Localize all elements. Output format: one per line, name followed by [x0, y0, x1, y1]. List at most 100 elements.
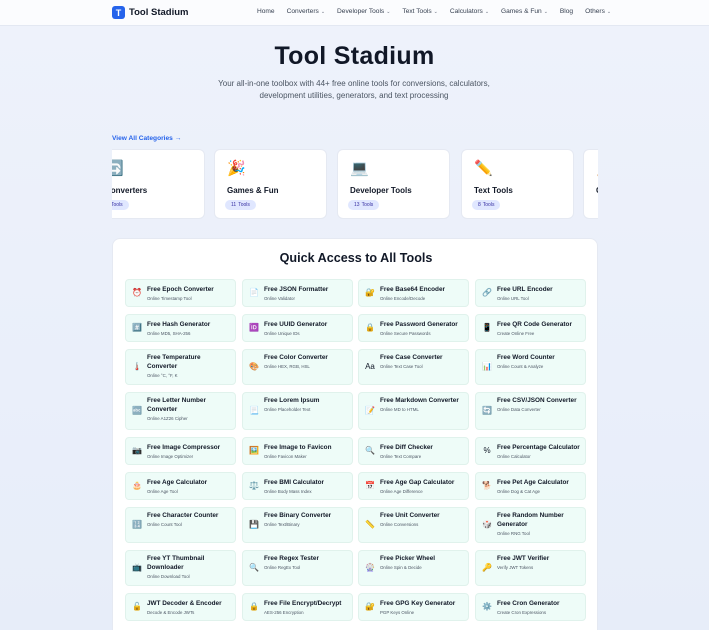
tool-name: Free Regex Tester — [264, 555, 319, 562]
tool-card-free-epoch-converter[interactable]: ⏰ Free Epoch Converter Online Timestamp To… — [125, 279, 236, 307]
tool-card-free-word-counter[interactable]: 📊 Free Word Counter Online Count & Analyze — [475, 349, 586, 385]
tool-name: Free Diff Checker — [380, 444, 433, 451]
tool-text: Free Pet Age Calculator Online Dog & Cat … — [497, 479, 581, 495]
tool-card-free-letter-number-converter[interactable]: 🔤 Free Letter Number Converter Online A1Z2… — [125, 392, 236, 430]
tool-card-free-random-number-generator[interactable]: 🎲 Free Random Number Generator Online RNG … — [475, 507, 586, 543]
tool-count: 8 — [478, 202, 481, 208]
tool-name: Free Password Generator — [380, 321, 458, 328]
tool-card-free-bmi-calculator[interactable]: ⚖️ Free BMI Calculator Online Body Mass In… — [242, 472, 353, 500]
tool-card-free-csv-json-converter[interactable]: 🔄 Free CSV/JSON Converter Online Data Conv… — [475, 392, 586, 430]
tool-text: Free Age Calculator Online Age Tool — [147, 479, 231, 495]
tool-card-free-regex-tester[interactable]: 🔍 Free Regex Tester Online RegEx Tool — [242, 550, 353, 586]
tool-icon: 🖼️ — [249, 446, 259, 455]
nav-item-label: Calculators — [449, 8, 483, 15]
nav-item-games-fun[interactable]: Games & Fun ⌄ — [501, 8, 548, 15]
tool-description: Online RNG Tool — [497, 530, 530, 536]
tool-icon: 🎨 — [249, 362, 259, 371]
tool-card-free-file-encrypt-decrypt[interactable]: 🔒 Free File Encrypt/Decrypt AES-256 Encryp… — [242, 593, 353, 621]
tool-icon: 📏 — [365, 520, 375, 529]
tool-text: Free UUID Generator Online Unique IDs — [264, 321, 348, 337]
tool-icon: 🔐 — [365, 602, 375, 611]
tool-icon: 🎂 — [132, 481, 142, 490]
tool-card-free-age-calculator[interactable]: 🎂 Free Age Calculator Online Age Tool — [125, 472, 236, 500]
brand-link[interactable]: T Tool Stadium — [112, 6, 188, 19]
tool-card-free-age-gap-calculator[interactable]: 📅 Free Age Gap Calculator Online Age Diffe… — [358, 472, 469, 500]
category-card-c[interactable]: 🧮C — [583, 149, 598, 219]
tool-card-free-diff-checker[interactable]: 🔍 Free Diff Checker Online Text Compare — [358, 437, 469, 465]
view-all-categories-link[interactable]: View All Categories → — [112, 135, 181, 142]
tool-card-free-markdown-converter[interactable]: 📝 Free Markdown Converter Online MD to HTM… — [358, 392, 469, 430]
nav-item-home[interactable]: Home — [257, 8, 275, 15]
tool-icon: 📝 — [365, 406, 375, 415]
tool-card-free-temperature-converter[interactable]: 🌡️ Free Temperature Converter Online °C, °… — [125, 349, 236, 385]
nav-item-others[interactable]: Others ⌄ — [585, 8, 611, 15]
tool-description: Online MD5, SHA-256 — [147, 330, 191, 336]
category-icon: ✏️ — [474, 160, 493, 177]
tool-card-free-json-formatter[interactable]: 📄 Free JSON Formatter Online Validator — [242, 279, 353, 307]
tool-card-free-gpg-key-generator[interactable]: 🔐 Free GPG Key Generator PGP Keys Online — [358, 593, 469, 621]
category-title: C — [596, 186, 598, 195]
view-all-label: View All Categories — [112, 135, 173, 142]
logo-icon: T — [112, 6, 125, 19]
tool-card-free-binary-converter[interactable]: 💾 Free Binary Converter Online Text/Binary — [242, 507, 353, 543]
tool-card-free-base64-encoder[interactable]: 🔐 Free Base64 Encoder Online Encode/Decode — [358, 279, 469, 307]
tool-card-free-qr-code-generator[interactable]: 📱 Free QR Code Generator Create Online Fre… — [475, 314, 586, 342]
tool-card-free-password-generator[interactable]: 🔒 Free Password Generator Online Secure Pa… — [358, 314, 469, 342]
tool-card-free-picker-wheel[interactable]: 🎡 Free Picker Wheel Online Spin & Decide — [358, 550, 469, 586]
tool-card-free-character-counter[interactable]: 🔢 Free Character Counter Online Count Tool — [125, 507, 236, 543]
tool-text: Free Base64 Encoder Online Encode/Decode — [380, 286, 464, 302]
tool-description: Verify JWT Tokens — [497, 564, 534, 570]
category-card-games-fun[interactable]: 🎉 Games & Fun 11 Tools — [214, 149, 327, 219]
chevron-down-icon: ⌄ — [606, 8, 612, 15]
tool-text: Free YT Thumbnail Downloader Online Downl… — [147, 555, 231, 580]
tool-card-jwt-decoder-encoder[interactable]: 🔓 JWT Decoder & Encoder Decode & Encode JW… — [125, 593, 236, 621]
tool-card-free-pet-age-calculator[interactable]: 🐕 Free Pet Age Calculator Online Dog & Cat… — [475, 472, 586, 500]
tool-card-free-lorem-ipsum[interactable]: 📃 Free Lorem Ipsum Online Placeholder Text — [242, 392, 353, 430]
nav-item-converters[interactable]: Converters ⌄ — [287, 8, 325, 15]
nav-item-developer-tools[interactable]: Developer Tools ⌄ — [337, 8, 390, 15]
tool-icon: 🔓 — [132, 602, 142, 611]
tool-name: Free Character Counter — [147, 512, 219, 519]
tool-text: Free Random Number Generator Online RNG T… — [497, 512, 581, 537]
tool-icon: 🐕 — [482, 481, 492, 490]
tool-icon: 🎲 — [482, 520, 492, 529]
tool-card-free-image-compressor[interactable]: 📷 Free Image Compressor Online Image Optim… — [125, 437, 236, 465]
quick-access-panel: Quick Access to All Tools ⏰ Free Epoch Co… — [112, 238, 598, 630]
tool-icon: 🆔 — [249, 323, 259, 332]
tool-card-free-uuid-generator[interactable]: 🆔 Free UUID Generator Online Unique IDs — [242, 314, 353, 342]
tool-text: JWT Decoder & Encoder Decode & Encode JWT… — [147, 600, 231, 616]
tool-card-free-unit-converter[interactable]: 📏 Free Unit Converter Online Conversions — [358, 507, 469, 543]
nav-item-blog[interactable]: Blog — [560, 8, 573, 15]
tool-description: Online Conversions — [380, 521, 419, 527]
tool-card-free-yt-thumbnail-downloader[interactable]: 📺 Free YT Thumbnail Downloader Online Down… — [125, 550, 236, 586]
category-card-converters[interactable]: 🔄 Converters Tools — [112, 149, 205, 219]
tool-card-free-image-to-favicon[interactable]: 🖼️ Free Image to Favicon Online Favicon Ma… — [242, 437, 353, 465]
tool-name: Free Image to Favicon — [264, 444, 332, 451]
tool-count-label: Tools — [112, 202, 123, 208]
tool-icon: 📅 — [365, 481, 375, 490]
tool-description: Online HEX, RGB, HSL — [264, 363, 310, 369]
nav-item-text-tools[interactable]: Text Tools ⌄ — [402, 8, 437, 15]
arrow-right-icon: → — [174, 135, 182, 142]
tool-card-free-color-converter[interactable]: 🎨 Free Color Converter Online HEX, RGB, HS… — [242, 349, 353, 385]
hero-subtitle: Your all-in-one toolbox with 44+ free on… — [218, 79, 490, 100]
tool-icon: 📷 — [132, 446, 142, 455]
quick-access-title: Quick Access to All Tools — [279, 251, 433, 265]
category-card-text-tools[interactable]: ✏️ Text Tools 8 Tools — [461, 149, 574, 219]
tool-text: Free CSV/JSON Converter Online Data Conve… — [497, 397, 581, 413]
tool-description: Online Dog & Cat Age — [497, 488, 540, 494]
category-card-developer-tools[interactable]: 💻 Developer Tools 13 Tools — [337, 149, 450, 219]
tool-description: Online Count Tool — [147, 521, 182, 527]
tool-card-free-hash-generator[interactable]: #️⃣ Free Hash Generator Online MD5, SHA-25… — [125, 314, 236, 342]
tool-description: Online Spin & Decide — [380, 564, 422, 570]
tool-card-free-cron-generator[interactable]: ⚙️ Free Cron Generator Create Cron Express… — [475, 593, 586, 621]
tool-card-free-case-converter[interactable]: Aa Free Case Converter Online Text Case To… — [358, 349, 469, 385]
nav-item-label: Text Tools — [402, 8, 432, 15]
nav-item-calculators[interactable]: Calculators ⌄ — [450, 8, 489, 15]
tool-name: Free Lorem Ipsum — [264, 397, 320, 404]
tool-card-free-jwt-verifier[interactable]: 🔑 Free JWT Verifier Verify JWT Tokens — [475, 550, 586, 586]
tool-name: Free Markdown Converter — [380, 397, 459, 404]
tool-card-free-percentage-calculator[interactable]: % Free Percentage Calculator Online Calcul… — [475, 437, 586, 465]
tool-card-free-url-encoder[interactable]: 🔗 Free URL Encoder Online URL Tool — [475, 279, 586, 307]
tool-description: AES-256 Encryption — [264, 609, 304, 615]
